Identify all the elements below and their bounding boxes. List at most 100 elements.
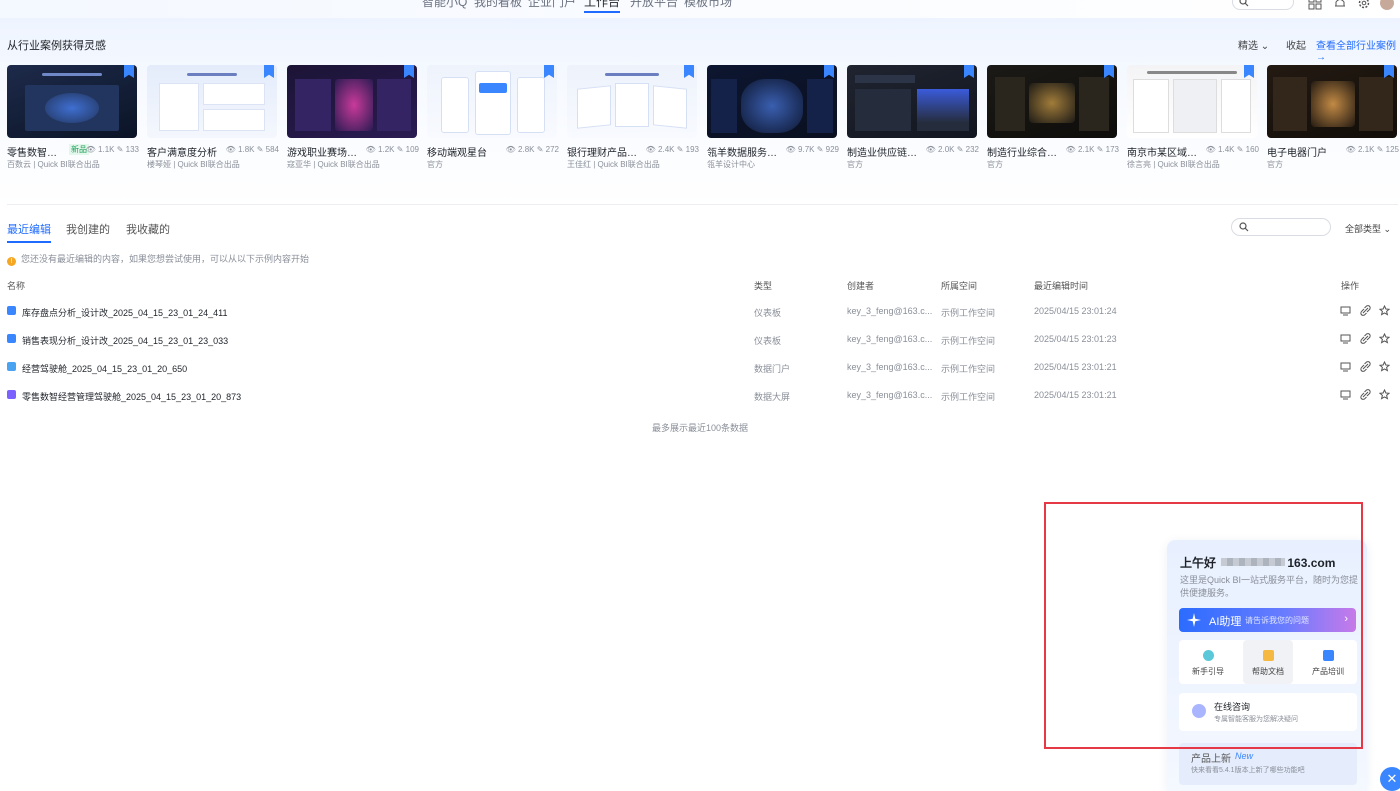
inspiration-title: 从行业案例获得灵感 xyxy=(7,40,106,52)
nav-tab-workbench[interactable]: 工作台 xyxy=(584,0,621,13)
row-name[interactable]: 零售数智经营管理驾驶舱_2025_04_15_23_01_20_873 xyxy=(22,390,241,403)
case-author: 瓴羊设计中心 xyxy=(707,160,755,169)
featured-ribbon-icon xyxy=(1104,65,1114,78)
case-card[interactable]: 移动端观星台 👁 2.8K ✎ 272 官方 xyxy=(427,65,559,169)
nav-tab-xiaoq[interactable]: 智能小Q xyxy=(422,0,467,10)
tab-created-by-me[interactable]: 我创建的 xyxy=(66,221,110,237)
case-card[interactable]: 游戏职业赛场数据... 👁 1.2K ✎ 109 寇亚华 | Quick BI联… xyxy=(287,65,419,169)
row-type: 数据门户 xyxy=(754,364,791,374)
featured-ribbon-icon xyxy=(964,65,974,78)
link-icon[interactable] xyxy=(1360,361,1371,372)
link-icon[interactable] xyxy=(1360,333,1371,344)
highlight-box xyxy=(1044,502,1363,749)
search-icon xyxy=(1239,0,1249,7)
news-subtitle: 快来看看5.4.1版本上新了哪些功能吧 xyxy=(1191,767,1305,774)
row-space: 示例工作空间 xyxy=(941,364,996,374)
case-author: 楼琴娅 | Quick BI联合出品 xyxy=(147,160,240,169)
star-icon[interactable] xyxy=(1379,333,1390,344)
filter-dropdown[interactable]: 精选 ⌄ xyxy=(1238,37,1269,52)
tab-recent-edits[interactable]: 最近编辑 xyxy=(7,221,51,243)
case-title: 制造行业综合分析... xyxy=(987,148,1063,159)
case-thumbnail xyxy=(7,65,137,138)
case-card[interactable]: 制造业供应链门户 👁 2.0K ✎ 232 官方 xyxy=(847,65,979,169)
case-stats: 👁 1.2K ✎ 109 xyxy=(365,145,419,154)
notice-text: 您还没有最近编辑的内容，如果您想尝试使用，可以从以下示例内容开始 xyxy=(21,254,310,264)
row-time: 2025/04/15 23:01:21 xyxy=(1034,390,1117,400)
case-card[interactable]: 银行理财产品分析... 👁 2.4K ✎ 193 王佳红 | Quick BI联… xyxy=(567,65,699,169)
collapse-button[interactable]: 收起 xyxy=(1286,37,1306,52)
row-name[interactable]: 经营驾驶舱_2025_04_15_23_01_20_650 xyxy=(22,362,187,375)
list-footnote: 最多展示最近100条数据 xyxy=(651,423,749,433)
preview-icon[interactable] xyxy=(1340,389,1351,400)
case-thumbnail xyxy=(847,65,977,138)
preview-icon[interactable] xyxy=(1340,361,1351,372)
table-row[interactable]: 零售数智经营管理驾驶舱_2025_04_15_23_01_20_873 数据大屏… xyxy=(0,382,1400,410)
top-nav: 智能小Q 我的看板 企业门户 工作台 开放平台 模板市场 xyxy=(0,0,1400,18)
row-name[interactable]: 库存盘点分析_设计改_2025_04_15_23_01_24_411 xyxy=(22,306,227,319)
new-tag: New xyxy=(1235,751,1254,761)
type-filter-label: 全部类型 xyxy=(1345,224,1382,234)
table-row[interactable]: 经营驾驶舱_2025_04_15_23_01_20_650 数据门户 key_3… xyxy=(0,354,1400,382)
case-stats: 👁 1.8K ✎ 584 xyxy=(225,145,279,154)
product-news-card[interactable]: 产品上新 New 快来看看5.4.1版本上新了哪些功能吧 xyxy=(1179,743,1357,785)
news-title: 产品上新 xyxy=(1191,754,1231,765)
star-icon[interactable] xyxy=(1379,389,1390,400)
nav-tab-portal[interactable]: 企业门户 xyxy=(528,0,576,10)
case-card[interactable]: 瓴羊数据服务态势... 👁 9.7K ✎ 929 瓴羊设计中心 xyxy=(707,65,839,169)
star-icon[interactable] xyxy=(1379,361,1390,372)
row-creator: key_3_feng@163.c... xyxy=(847,334,933,344)
filter-label: 精选 xyxy=(1238,41,1258,52)
case-stats: 👁 9.7K ✎ 929 xyxy=(785,145,839,154)
link-icon[interactable] xyxy=(1360,305,1371,316)
col-header-creator: 创建者 xyxy=(847,281,875,291)
featured-ribbon-icon xyxy=(684,65,694,78)
case-card[interactable]: 电子电器门户 👁 2.1K ✎ 125 官方 xyxy=(1267,65,1399,169)
case-title: 客户满意度分析 xyxy=(147,148,217,159)
row-name[interactable]: 销售表现分析_设计改_2025_04_15_23_01_23_033 xyxy=(22,334,228,347)
preview-icon[interactable] xyxy=(1340,333,1351,344)
type-filter-dropdown[interactable]: 全部类型 ⌄ xyxy=(1345,222,1391,235)
case-author: 官方 xyxy=(987,160,1003,169)
case-title: 零售数智经... xyxy=(7,148,59,159)
case-card[interactable]: 制造行业综合分析... 👁 2.1K ✎ 173 官方 xyxy=(987,65,1119,169)
featured-ribbon-icon xyxy=(544,65,554,78)
row-type: 数据大屏 xyxy=(754,392,791,402)
case-thumbnail xyxy=(567,65,697,138)
case-card[interactable]: 客户满意度分析 👁 1.8K ✎ 584 楼琴娅 | Quick BI联合出品 xyxy=(147,65,279,169)
row-space: 示例工作空间 xyxy=(941,392,996,402)
gear-icon[interactable] xyxy=(1357,0,1371,10)
nav-tab-my-boards[interactable]: 我的看板 xyxy=(474,0,522,10)
preview-icon[interactable] xyxy=(1340,305,1351,316)
view-all-cases-link[interactable]: 查看全部行业案例 → xyxy=(1316,37,1400,63)
case-thumbnail xyxy=(987,65,1117,138)
portal-icon xyxy=(7,362,16,371)
nav-tab-template-market[interactable]: 模板市场 xyxy=(684,0,732,10)
case-card[interactable]: 零售数智经... 新品 👁 1.1K ✎ 133 百数云 | Quick BI联… xyxy=(7,65,139,169)
apps-grid-icon[interactable] xyxy=(1308,0,1322,10)
case-stats: 👁 2.8K ✎ 272 xyxy=(505,145,559,154)
col-header-name: 名称 xyxy=(7,281,26,291)
case-stats: 👁 2.0K ✎ 232 xyxy=(925,145,979,154)
featured-ribbon-icon xyxy=(824,65,834,78)
row-type: 仪表板 xyxy=(754,308,782,318)
table-row[interactable]: 库存盘点分析_设计改_2025_04_15_23_01_24_411 仪表板 k… xyxy=(0,298,1400,326)
row-type: 仪表板 xyxy=(754,336,782,346)
case-thumbnail xyxy=(287,65,417,138)
close-icon[interactable]: ✕ xyxy=(1380,767,1400,791)
table-row[interactable]: 销售表现分析_设计改_2025_04_15_23_01_23_033 仪表板 k… xyxy=(0,326,1400,354)
case-stats: 👁 2.1K ✎ 125 xyxy=(1345,145,1399,154)
list-search-input[interactable] xyxy=(1231,218,1331,236)
nav-tab-open-platform[interactable]: 开放平台 xyxy=(630,0,678,10)
section-divider xyxy=(7,204,1398,205)
row-space: 示例工作空间 xyxy=(941,308,996,318)
star-icon[interactable] xyxy=(1379,305,1390,316)
link-icon[interactable] xyxy=(1360,389,1371,400)
avatar[interactable] xyxy=(1380,0,1394,10)
case-stats: 👁 1.1K ✎ 133 xyxy=(85,145,139,154)
bell-icon[interactable] xyxy=(1333,0,1347,10)
case-card[interactable]: 南京市某区域房屋... 👁 1.4K ✎ 160 徐言亮 | Quick BI联… xyxy=(1127,65,1259,169)
case-author: 王佳红 | Quick BI联合出品 xyxy=(567,160,660,169)
top-search-input[interactable] xyxy=(1232,0,1294,10)
tab-my-favorites[interactable]: 我收藏的 xyxy=(126,221,170,237)
row-creator: key_3_feng@163.c... xyxy=(847,362,933,372)
